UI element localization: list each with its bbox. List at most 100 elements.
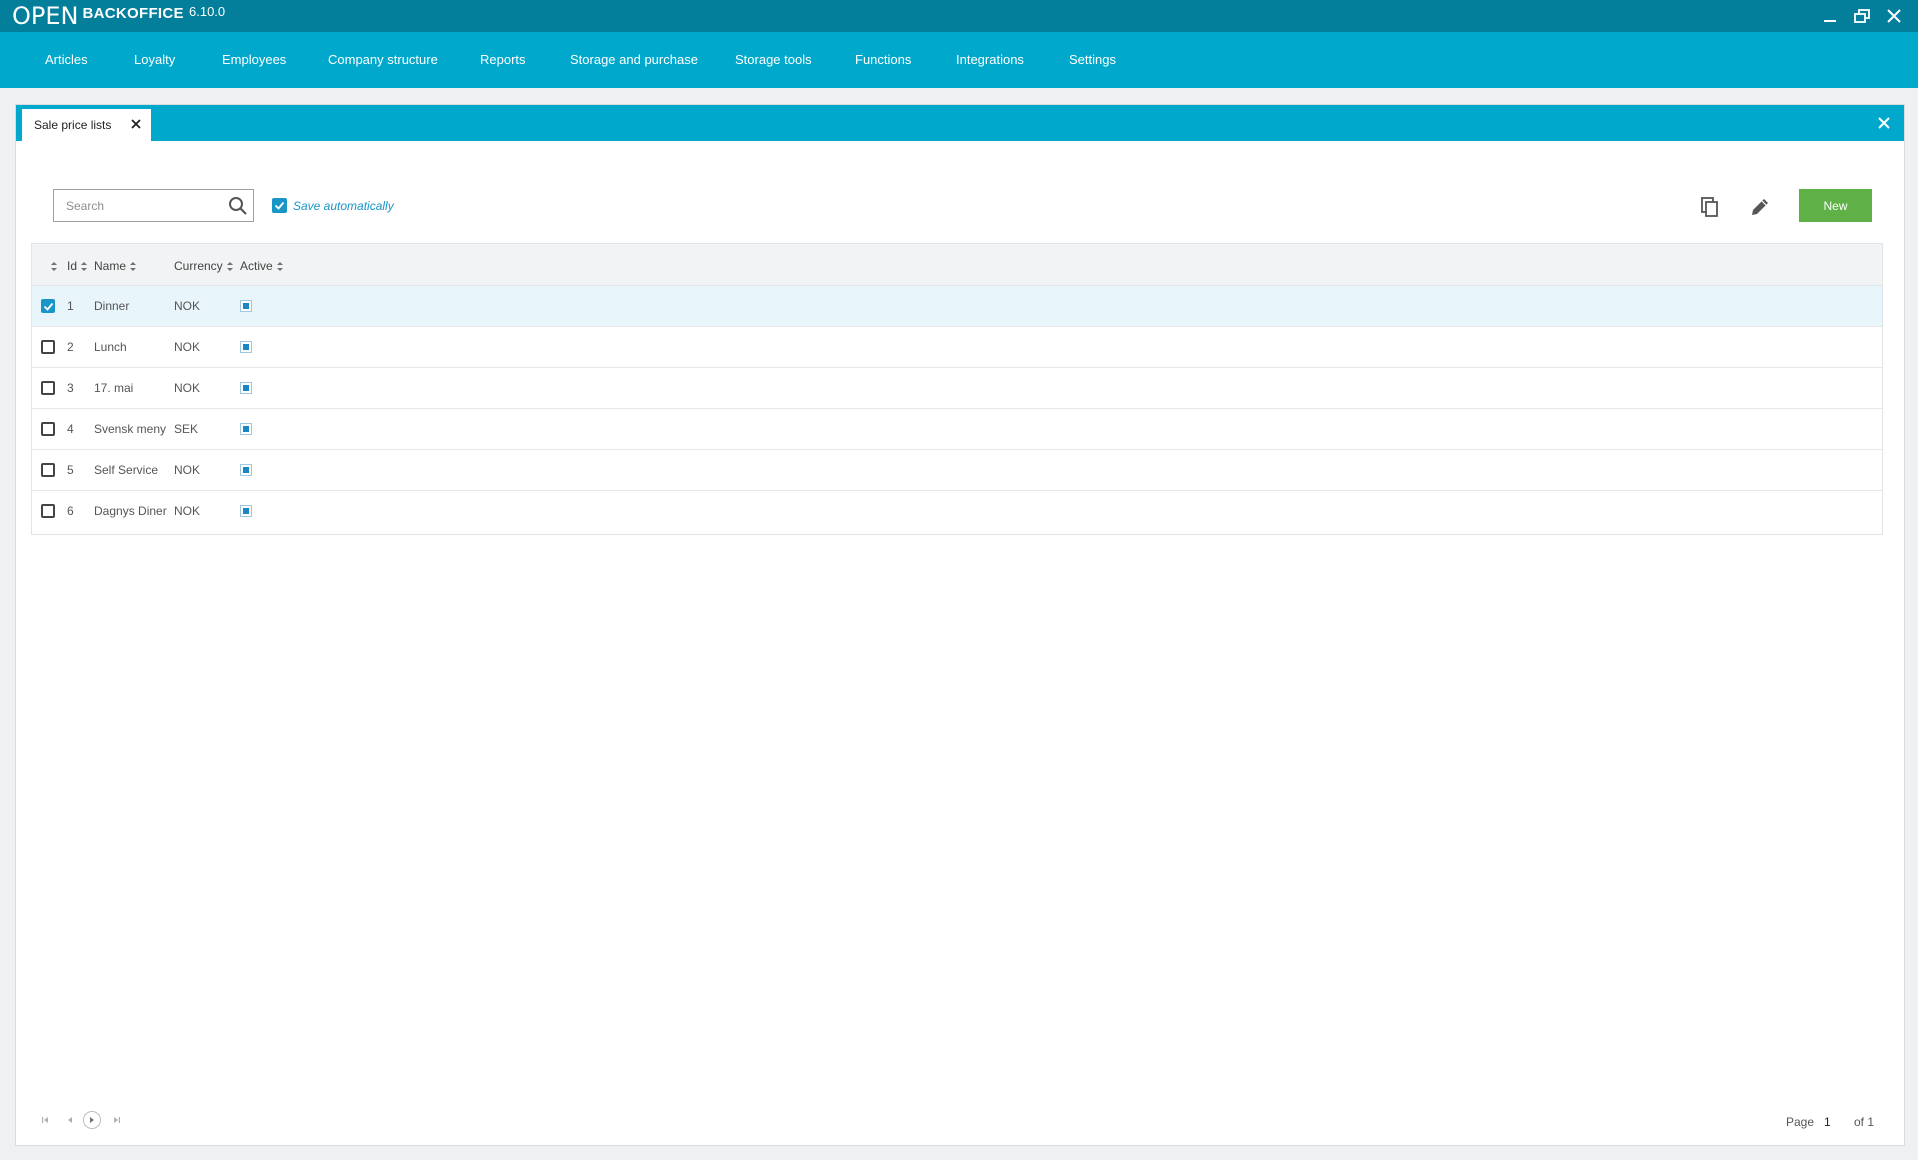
column-label: Active bbox=[240, 259, 273, 273]
last-page-button[interactable] bbox=[108, 1111, 126, 1129]
checkmark-icon bbox=[274, 201, 285, 210]
minimize-icon bbox=[1824, 20, 1836, 22]
save-automatically-checkbox[interactable] bbox=[272, 198, 287, 213]
close-icon bbox=[1887, 9, 1901, 23]
cell-name: Dinner bbox=[94, 299, 130, 313]
table-header: Id Name Currency Active bbox=[32, 244, 1882, 286]
title-bar: OPEN BACKOFFICE 6.10.0 bbox=[0, 0, 1918, 32]
previous-page-button[interactable] bbox=[61, 1111, 79, 1129]
tab-strip: Sale price lists bbox=[16, 105, 1904, 141]
cell-name: Self Service bbox=[94, 463, 159, 477]
page-number[interactable]: 1 bbox=[1824, 1115, 1831, 1129]
page-label: Page bbox=[1786, 1115, 1815, 1129]
column-header-currency[interactable]: Currency bbox=[174, 259, 233, 273]
close-panel-icon[interactable] bbox=[1876, 115, 1892, 131]
sort-icon bbox=[81, 261, 88, 271]
cell-name: 17. mai bbox=[94, 381, 134, 395]
page-total: of 1 bbox=[1854, 1115, 1875, 1129]
table-row[interactable]: 2 Lunch NOK bbox=[32, 327, 1882, 368]
sort-icon bbox=[276, 261, 283, 271]
app-version: 6.10.0 bbox=[189, 4, 226, 19]
active-indicator bbox=[240, 464, 252, 476]
column-header-name[interactable]: Name bbox=[94, 259, 137, 273]
nav-settings[interactable]: Settings bbox=[1069, 52, 1116, 67]
sort-icon bbox=[226, 261, 233, 271]
search-input[interactable] bbox=[55, 191, 215, 220]
nav-storage-tools[interactable]: Storage tools bbox=[735, 52, 812, 67]
save-automatically-toggle[interactable]: Save automatically bbox=[272, 198, 394, 213]
row-checkbox[interactable] bbox=[41, 381, 55, 395]
new-button[interactable]: New bbox=[1799, 189, 1872, 222]
edit-button[interactable] bbox=[1746, 193, 1774, 221]
app-logo: OPEN BACKOFFICE bbox=[12, 4, 184, 28]
row-checkbox[interactable] bbox=[41, 299, 55, 313]
logo-mark: OPEN bbox=[12, 2, 79, 30]
active-indicator bbox=[240, 382, 252, 394]
row-checkbox[interactable] bbox=[41, 504, 55, 518]
nav-reports[interactable]: Reports bbox=[480, 52, 526, 67]
cell-currency: SEK bbox=[174, 422, 199, 436]
first-page-icon bbox=[42, 1117, 48, 1123]
search-box bbox=[53, 189, 254, 222]
main-nav: Articles Loyalty Employees Company struc… bbox=[0, 32, 1918, 88]
content-panel: Sale price lists Save automatically New bbox=[15, 104, 1905, 1146]
nav-loyalty[interactable]: Loyalty bbox=[134, 52, 175, 67]
save-automatically-label: Save automatically bbox=[293, 198, 394, 213]
row-checkbox[interactable] bbox=[41, 340, 55, 354]
sort-icon bbox=[130, 261, 137, 271]
cell-currency: NOK bbox=[174, 299, 201, 313]
nav-functions[interactable]: Functions bbox=[855, 52, 911, 67]
cell-currency: NOK bbox=[174, 504, 201, 518]
nav-company-structure[interactable]: Company structure bbox=[328, 52, 438, 67]
logo-text: BACKOFFICE bbox=[82, 5, 184, 22]
column-label: Name bbox=[94, 259, 127, 273]
cell-id: 6 bbox=[67, 504, 74, 518]
pencil-icon bbox=[1752, 199, 1768, 215]
select-column-sort-icon[interactable] bbox=[51, 262, 57, 271]
cell-name: Svensk meny bbox=[94, 422, 167, 436]
table-row[interactable]: 3 17. mai NOK bbox=[32, 368, 1882, 409]
cell-name: Dagnys Diner bbox=[94, 504, 167, 518]
copy-icon bbox=[1701, 197, 1718, 217]
row-checkbox[interactable] bbox=[41, 422, 55, 436]
cell-id: 5 bbox=[67, 463, 74, 477]
tab-label: Sale price lists bbox=[34, 118, 112, 132]
active-indicator bbox=[240, 341, 252, 353]
column-header-id[interactable]: Id bbox=[67, 259, 88, 273]
column-header-active[interactable]: Active bbox=[240, 259, 283, 273]
cell-id: 2 bbox=[67, 340, 74, 354]
next-page-button[interactable] bbox=[83, 1111, 101, 1129]
price-list-table: Id Name Currency Active 1 Dinner NOK 2 L… bbox=[31, 243, 1883, 535]
row-checkbox[interactable] bbox=[41, 463, 55, 477]
cell-id: 1 bbox=[67, 299, 74, 313]
column-label: Id bbox=[67, 259, 78, 273]
nav-storage-and-purchase[interactable]: Storage and purchase bbox=[570, 52, 698, 67]
nav-employees[interactable]: Employees bbox=[222, 52, 286, 67]
checkmark-icon bbox=[43, 302, 53, 311]
cell-currency: NOK bbox=[174, 381, 201, 395]
table-row[interactable]: 5 Self Service NOK bbox=[32, 450, 1882, 491]
cell-name: Lunch bbox=[94, 340, 127, 354]
tab-sale-price-lists[interactable]: Sale price lists bbox=[22, 109, 151, 141]
table-row[interactable]: 4 Svensk meny SEK bbox=[32, 409, 1882, 450]
table-row[interactable]: 6 Dagnys Diner NOK bbox=[32, 491, 1882, 532]
close-tab-icon[interactable] bbox=[129, 117, 143, 131]
close-window-button[interactable] bbox=[1881, 4, 1907, 28]
nav-integrations[interactable]: Integrations bbox=[956, 52, 1024, 67]
first-page-button[interactable] bbox=[36, 1111, 54, 1129]
nav-articles[interactable]: Articles bbox=[45, 52, 88, 67]
minimize-button[interactable] bbox=[1817, 4, 1843, 28]
active-indicator bbox=[240, 423, 252, 435]
last-page-icon bbox=[114, 1117, 120, 1123]
cell-currency: NOK bbox=[174, 463, 201, 477]
cell-id: 4 bbox=[67, 422, 74, 436]
restore-button[interactable] bbox=[1849, 4, 1875, 28]
active-indicator bbox=[240, 505, 252, 517]
next-page-icon bbox=[90, 1117, 94, 1123]
column-label: Currency bbox=[174, 259, 223, 273]
copy-button[interactable] bbox=[1696, 193, 1724, 221]
search-icon[interactable] bbox=[228, 196, 248, 216]
table-row[interactable]: 1 Dinner NOK bbox=[32, 286, 1882, 327]
previous-page-icon bbox=[68, 1117, 72, 1123]
cell-currency: NOK bbox=[174, 340, 201, 354]
